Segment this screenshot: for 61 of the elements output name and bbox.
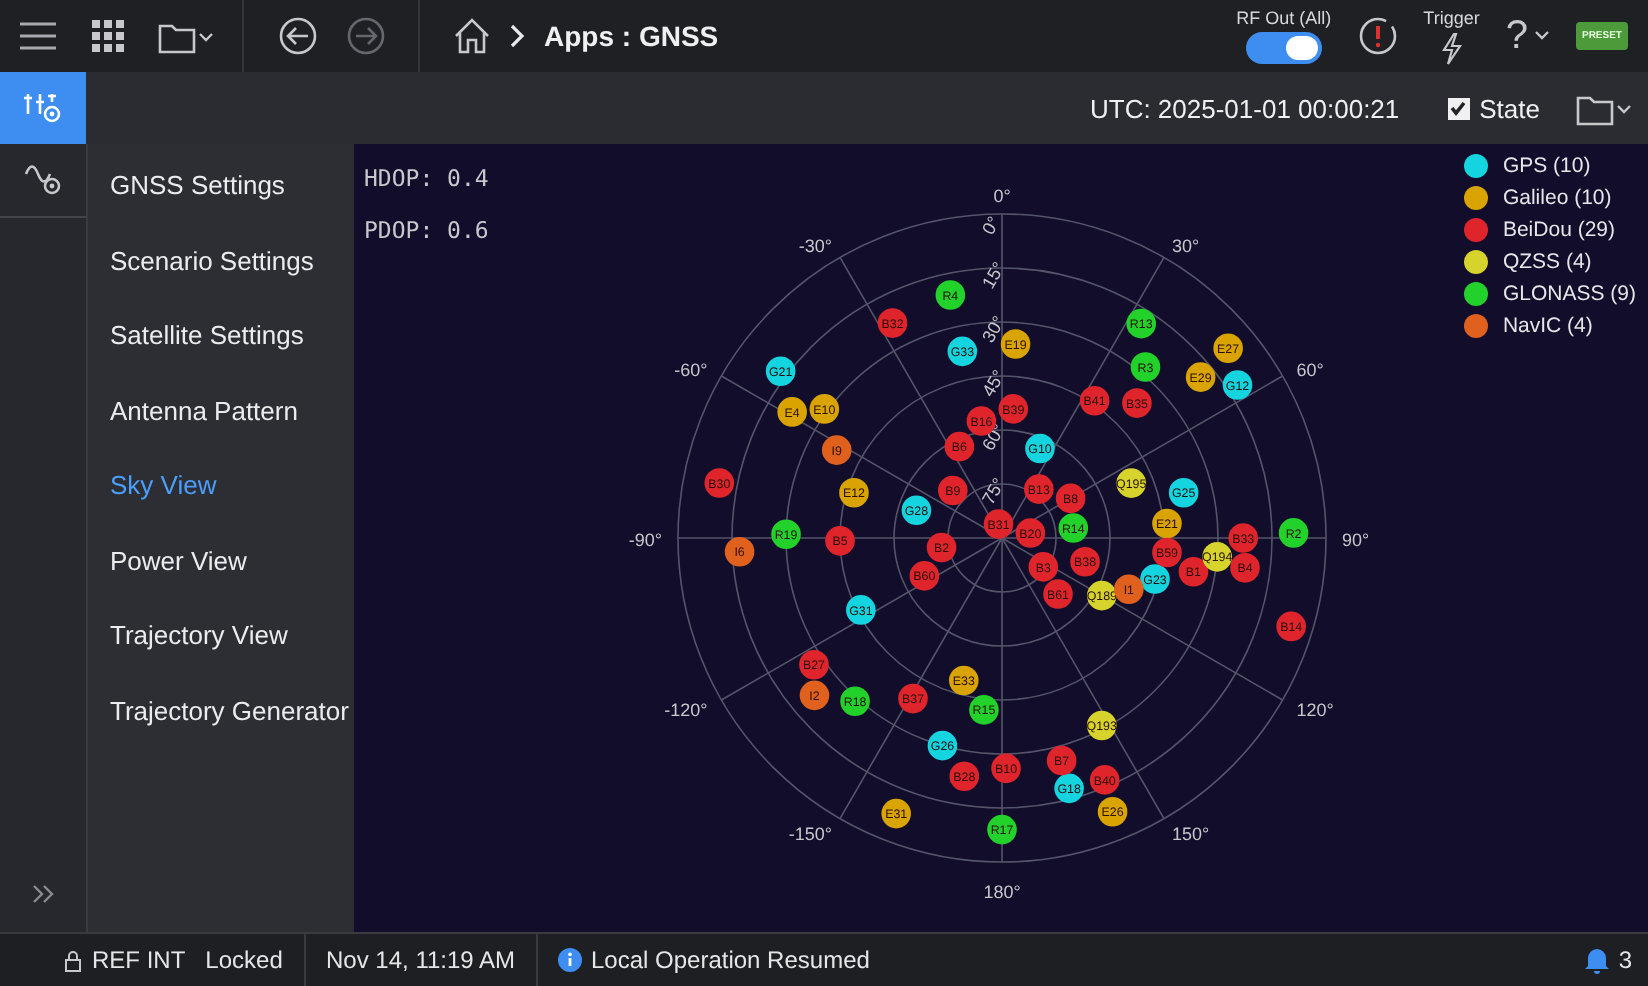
antenna-gear-icon[interactable] (23, 162, 63, 198)
lock-status: Locked (205, 946, 283, 974)
azimuth-label: 120° (1295, 699, 1333, 719)
chevron-icon (510, 24, 526, 48)
sidebar-item[interactable]: Satellite Settings (88, 298, 354, 373)
azimuth-label: 0° (992, 185, 1010, 205)
reference-status: REF INT (92, 946, 186, 974)
menu-icon[interactable] (18, 20, 58, 52)
pdop-value: PDOP: 0.6 (364, 216, 489, 244)
azimuth-label: 30° (1171, 234, 1199, 255)
elevation-label: 45° (977, 365, 1009, 399)
azimuth-label: 90° (1341, 529, 1369, 549)
hdop-value: HDOP: 0.4 (364, 164, 489, 192)
legend-label: Galileo (10) (1502, 186, 1612, 210)
help-button[interactable]: ? (1505, 13, 1550, 59)
sidebar-item[interactable]: Sky View (88, 448, 354, 523)
notification-count: 3 (1618, 946, 1632, 974)
sidebar-item[interactable]: GNSS Settings (88, 148, 354, 223)
state-checkbox[interactable]: State (1447, 93, 1540, 123)
sidebar-item[interactable]: Scenario Settings (88, 223, 354, 298)
bell-icon[interactable] (1584, 946, 1611, 974)
elevation-label: 75° (977, 473, 1009, 507)
azimuth-label: 150° (1171, 823, 1209, 844)
elevation-label: 15° (977, 257, 1009, 291)
sidebar-item[interactable]: Trajectory View (88, 598, 354, 673)
sidebar-item[interactable]: Trajectory Generator (88, 673, 354, 748)
status-message: Local Operation Resumed (591, 946, 870, 974)
home-icon[interactable] (452, 16, 492, 56)
legend-label: NavIC (4) (1502, 314, 1593, 338)
trigger-label: Trigger (1423, 7, 1480, 27)
sidebar-item[interactable]: Antenna Pattern (88, 373, 354, 448)
check-icon (1448, 98, 1469, 118)
info-icon (557, 948, 581, 972)
azimuth-label: -120° (663, 699, 707, 719)
expand-icon[interactable] (31, 884, 55, 904)
caret-icon (1533, 30, 1550, 42)
status-time: Nov 14, 11:19 AM (326, 946, 515, 974)
legend-label: GLONASS (9) (1502, 282, 1636, 306)
legend-label: BeiDou (29) (1502, 218, 1615, 242)
azimuth-label: 180° (982, 881, 1020, 901)
elevation-label: 0° (977, 212, 1004, 237)
back-icon[interactable] (278, 16, 318, 56)
rf-out-toggle[interactable] (1245, 32, 1322, 64)
signal-settings-tab[interactable] (0, 72, 86, 144)
rf-out-label: RF Out (All) (1236, 8, 1332, 28)
azimuth-label: 60° (1295, 359, 1323, 379)
lightning-icon[interactable] (1439, 31, 1464, 65)
azimuth-label: -30° (797, 234, 831, 255)
alert-icon[interactable] (1357, 16, 1398, 56)
azimuth-label: -150° (787, 823, 831, 844)
apps-grid-icon[interactable] (90, 18, 126, 54)
forward-icon[interactable] (346, 16, 386, 56)
sliders-gear-icon (23, 90, 63, 126)
lock-icon (64, 949, 82, 971)
azimuth-label: -60° (673, 359, 707, 379)
legend-label: QZSS (4) (1502, 250, 1592, 274)
legend-label: GPS (10) (1502, 154, 1591, 178)
utc-time: UTC: 2025-01-01 00:00:21 (1089, 93, 1400, 123)
azimuth-label: -90° (627, 529, 661, 549)
sidebar-item[interactable]: Power View (88, 523, 354, 598)
page-title: Apps : GNSS (544, 20, 719, 52)
